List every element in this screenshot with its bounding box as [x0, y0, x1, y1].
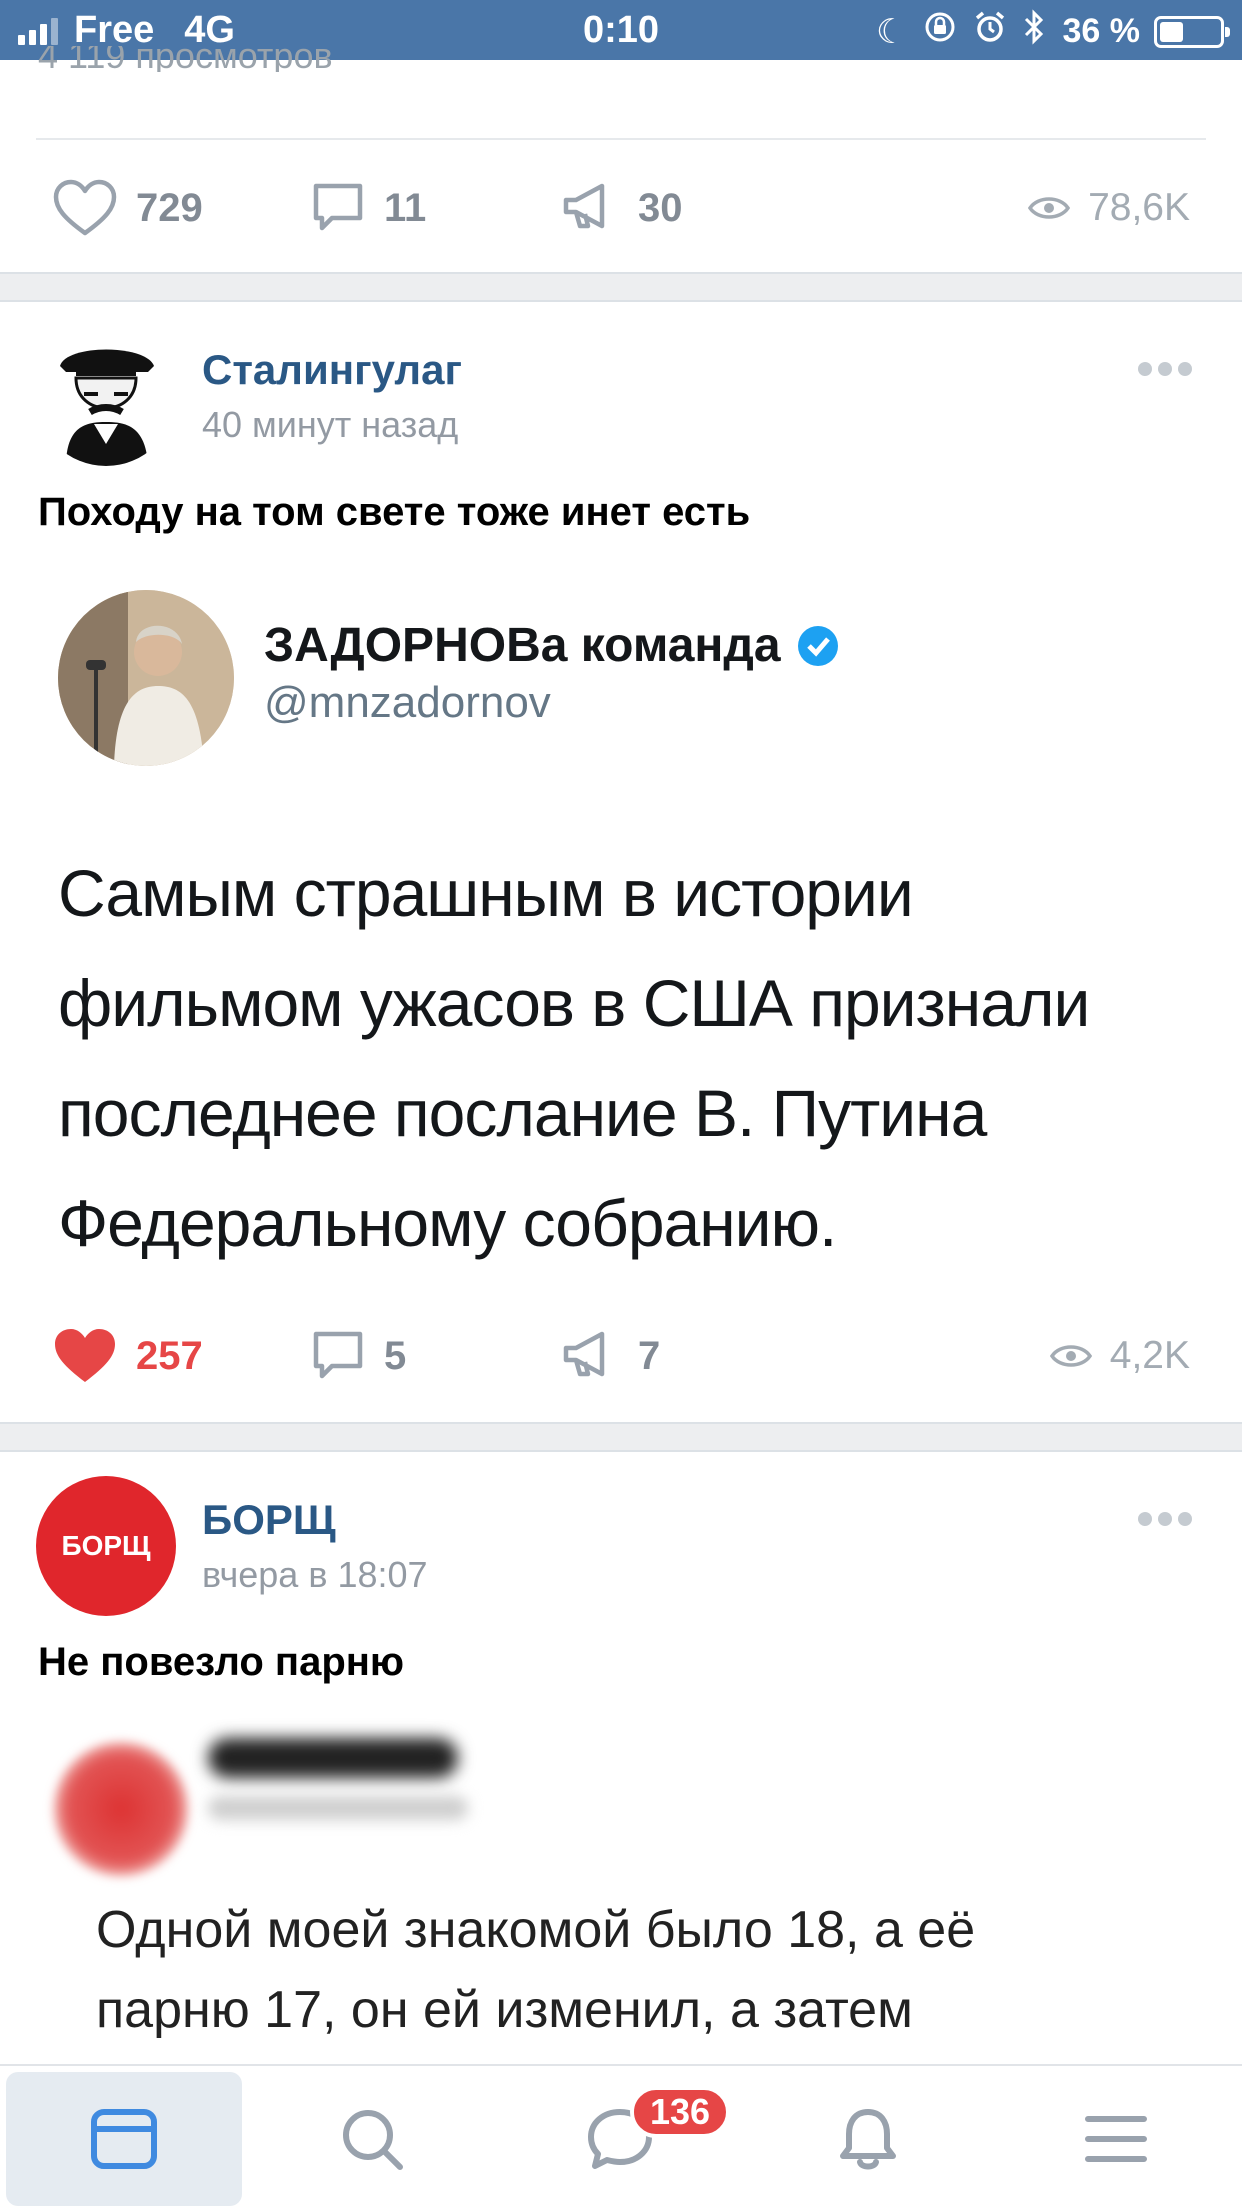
search-icon — [343, 2110, 403, 2170]
post-header: БОРЩ БОРЩ вчера в 18:07 — [0, 1476, 1242, 1616]
menu-icon — [1085, 2116, 1147, 2162]
alarm-icon — [973, 10, 1007, 53]
comment-count: 11 — [384, 185, 427, 230]
post-separator — [0, 1422, 1242, 1452]
tab-search[interactable] — [254, 2072, 490, 2206]
post-time: 40 минут назад — [202, 404, 459, 445]
verified-badge-icon — [797, 625, 838, 666]
like-count: 729 — [136, 185, 203, 230]
post-author[interactable]: Сталингулаг — [202, 346, 462, 394]
battery-percent: 36 % — [1062, 12, 1141, 50]
bell-icon — [840, 2109, 896, 2170]
previous-post-views-label: 4 119 просмотров — [38, 46, 333, 72]
post-text: Походу на том свете тоже инет есть — [38, 490, 751, 534]
quote-line: Одной моей знакомой было 18, а её — [96, 1901, 976, 1959]
post-header: Сталингулаг 40 минут назад — [0, 326, 1242, 466]
post-actions: 257 5 7 4,2K — [0, 1316, 1242, 1396]
comment-count: 5 — [384, 1333, 407, 1378]
bottom-tab-bar: 136 — [0, 2064, 1242, 2208]
views-indicator: 78,6K — [1028, 168, 1190, 248]
post-image-tweet[interactable]: ЗАДОРНОВа команда @mnzadornov Самым стра… — [0, 560, 1242, 1300]
tweet-line: Федеральному собранию. — [58, 1186, 837, 1260]
share-count: 7 — [638, 1333, 661, 1378]
rotation-lock-icon — [923, 10, 957, 53]
tweet-author-name: ЗАДОРНОВа команда — [264, 618, 841, 673]
tweet-line: последнее послание В. Путина — [58, 1076, 987, 1150]
eye-icon — [1049, 1345, 1092, 1367]
post-author[interactable]: БОРЩ — [202, 1496, 336, 1544]
blurred-avatar — [54, 1742, 188, 1876]
tweet-avatar — [58, 590, 234, 766]
more-options-icon[interactable] — [1132, 1512, 1192, 1526]
share-button[interactable]: 30 — [560, 168, 683, 248]
blurred-subtitle — [208, 1796, 468, 1820]
messages-unread-badge: 136 — [630, 2086, 731, 2138]
megaphone-icon — [563, 183, 605, 229]
moon-icon: ☾ — [876, 12, 907, 51]
tweet-line: Самым страшным в истории — [58, 856, 914, 930]
tweet-text: Самым страшным в истории фильмом ужасов … — [58, 838, 1218, 1278]
heart-filled-icon — [55, 1329, 115, 1382]
post-time: вчера в 18:07 — [202, 1554, 428, 1595]
avatar[interactable]: БОРЩ — [36, 1476, 176, 1616]
tab-notifications[interactable] — [750, 2072, 986, 2206]
share-count: 30 — [638, 185, 683, 230]
bluetooth-icon — [1023, 9, 1045, 54]
views-count: 4,2K — [1109, 1334, 1190, 1377]
divider — [36, 138, 1206, 140]
views-indicator: 4,2K — [1049, 1316, 1190, 1396]
share-button[interactable]: 7 — [560, 1316, 660, 1396]
views-count: 78,6K — [1088, 186, 1190, 229]
previous-post-actions: 729 11 30 78,6K — [0, 168, 1242, 248]
like-button[interactable]: 729 — [52, 168, 203, 248]
like-count: 257 — [136, 1333, 203, 1378]
blurred-name — [208, 1738, 458, 1778]
tab-menu[interactable] — [998, 2072, 1234, 2206]
quote-line: парню 17, он ей изменил, а затем — [96, 1981, 913, 2039]
post-image-text[interactable]: Одной моей знакомой было 18, а её парню … — [96, 1890, 1196, 2050]
news-feed-icon — [91, 2109, 157, 2169]
comment-button[interactable]: 5 — [310, 1316, 406, 1396]
avatar[interactable] — [36, 326, 176, 466]
avatar-logo-text: БОРЩ — [61, 1530, 151, 1561]
like-button[interactable]: 257 — [52, 1316, 203, 1396]
post-text: Не повезло парню — [38, 1640, 405, 1684]
comment-icon — [313, 1331, 363, 1379]
comment-icon — [313, 183, 363, 231]
more-options-icon[interactable] — [1132, 362, 1192, 376]
battery-icon — [1154, 15, 1230, 48]
tweet-handle: @mnzadornov — [264, 678, 551, 727]
tweet-author-label: ЗАДОРНОВа команда — [264, 619, 781, 672]
heart-outline-icon — [53, 179, 117, 236]
tweet-line: фильмом ужасов в США признали — [58, 966, 1090, 1040]
eye-icon — [1028, 197, 1071, 219]
tab-news[interactable] — [6, 2072, 242, 2206]
comment-button[interactable]: 11 — [310, 168, 426, 248]
post-separator — [0, 272, 1242, 302]
megaphone-icon — [563, 1331, 605, 1377]
